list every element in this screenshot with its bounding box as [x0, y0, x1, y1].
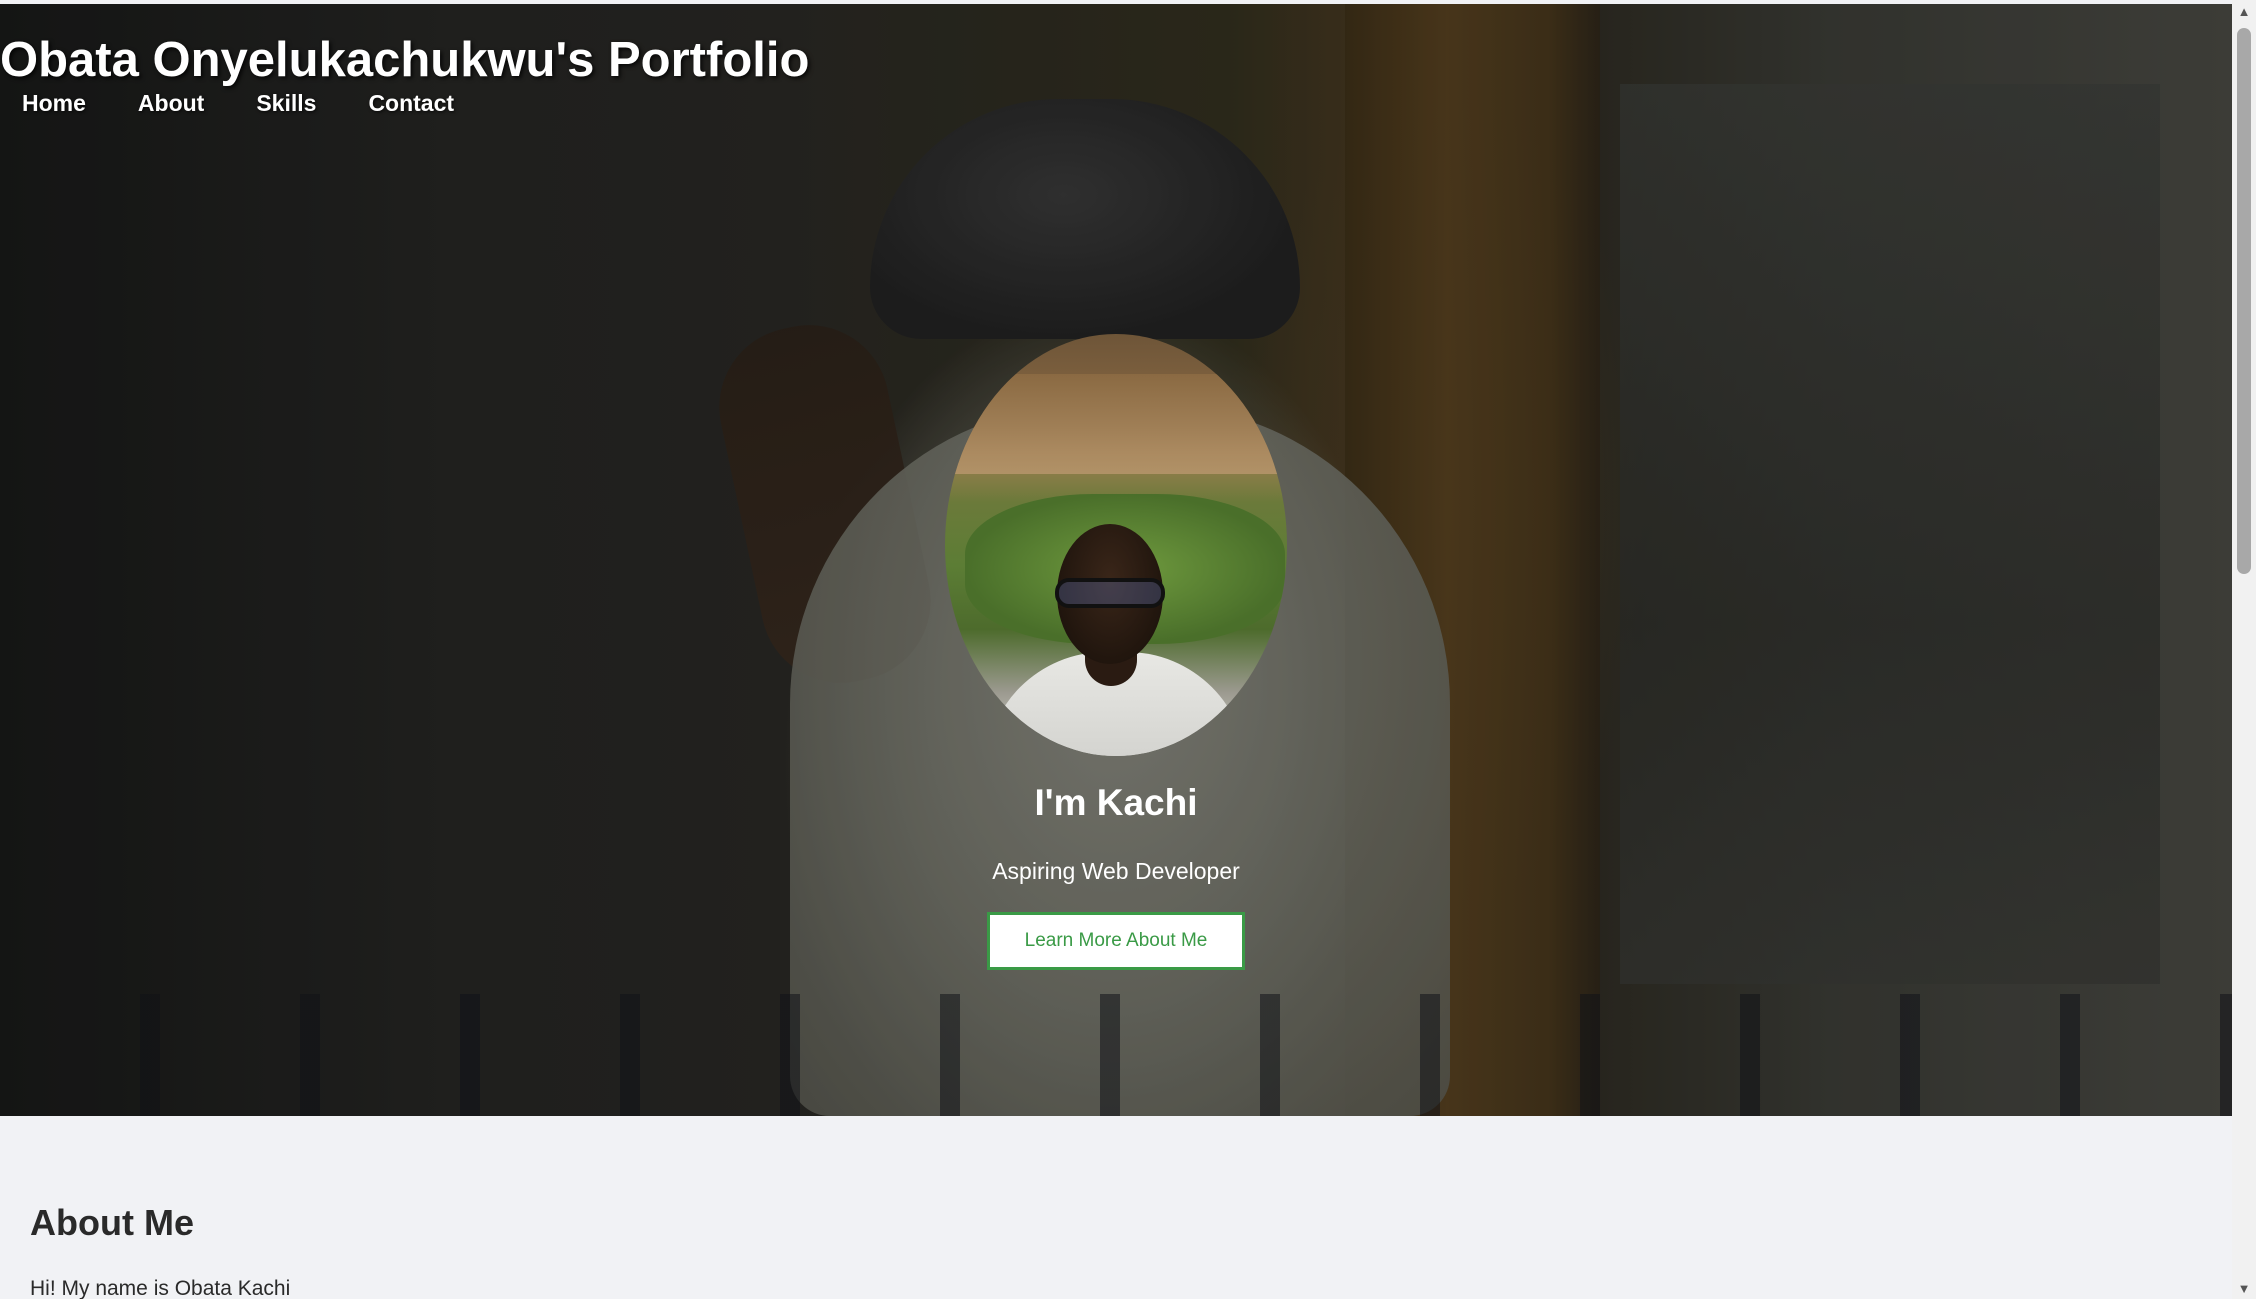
hero-greeting: I'm Kachi: [1034, 782, 1198, 823]
nav-link-about[interactable]: About: [138, 90, 204, 117]
scroll-up-arrow-icon[interactable]: ▲: [2232, 0, 2256, 22]
hero-tagline: Aspiring Web Developer: [992, 858, 1240, 884]
profile-photo: [945, 334, 1287, 756]
scroll-down-arrow-icon[interactable]: ▼: [2232, 1277, 2256, 1299]
profile-photo-glasses: [1055, 578, 1165, 608]
nav-link-home[interactable]: Home: [22, 90, 86, 117]
main-nav: Home About Skills Contact: [22, 90, 506, 117]
learn-more-button[interactable]: Learn More About Me: [987, 912, 1245, 970]
about-intro: Hi! My name is Obata Kachi: [30, 1277, 291, 1299]
hero-section: Obata Onyelukachukwu's Portfolio Home Ab…: [0, 4, 2232, 1116]
about-title: About Me: [30, 1202, 194, 1243]
scrollbar-thumb[interactable]: [2237, 28, 2251, 574]
nav-link-skills[interactable]: Skills: [256, 90, 316, 117]
profile-photo-roof: [945, 374, 1287, 474]
site-title: Obata Onyelukachukwu's Portfolio: [0, 33, 810, 87]
nav-link-contact[interactable]: Contact: [368, 90, 454, 117]
page-viewport: Obata Onyelukachukwu's Portfolio Home Ab…: [0, 0, 2232, 1299]
vertical-scrollbar[interactable]: ▲ ▼: [2232, 0, 2256, 1299]
